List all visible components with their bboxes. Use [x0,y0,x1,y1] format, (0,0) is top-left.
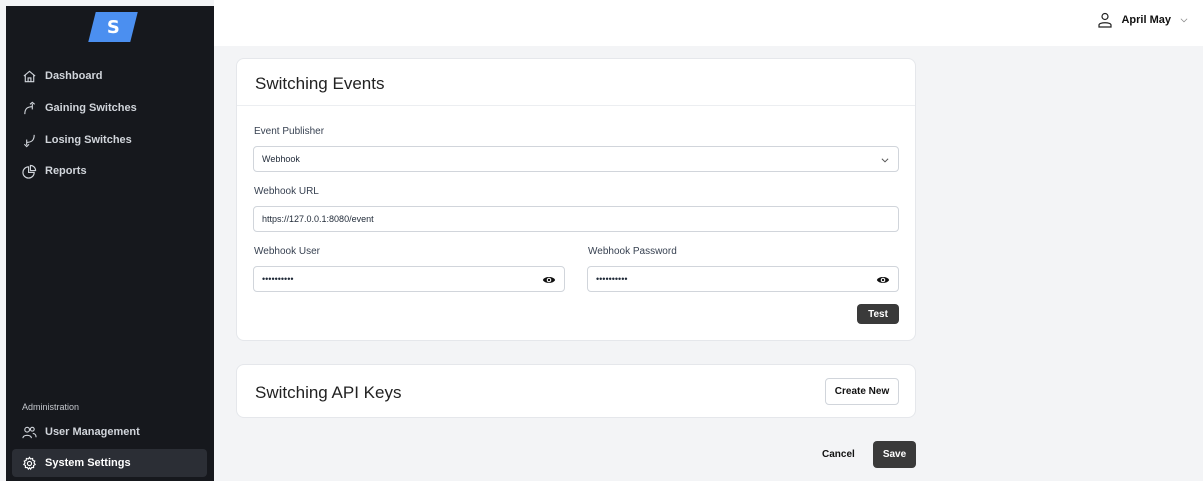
sidebar-item-system-settings[interactable]: System Settings [22,454,131,472]
save-button[interactable]: Save [873,441,916,468]
sidebar-item-label: Dashboard [45,70,103,82]
webhook-url-label: Webhook URL [254,186,319,197]
sidebar: S Dashboard Gaining Switches Losing Swit… [6,6,214,481]
user-menu[interactable]: April May [1097,12,1189,28]
sidebar-item-reports[interactable]: Reports [22,162,87,180]
sidebar-item-user-management[interactable]: User Management [22,423,140,441]
eye-icon[interactable] [876,273,890,287]
event-publisher-value: Webhook [262,154,300,164]
sidebar-item-dashboard[interactable]: Dashboard [22,67,102,85]
event-publisher-select[interactable]: Webhook [253,146,899,172]
webhook-url-input[interactable]: https://127.0.0.1:8080/event [253,206,899,232]
home-icon [23,70,36,82]
users-icon [22,426,37,438]
logo-letter: S [106,16,120,38]
gear-icon [22,455,37,470]
arrow-up-curve-icon [24,101,36,114]
sidebar-item-label: Reports [45,165,87,177]
switching-events-card: Switching Events Event Publisher Webhook… [236,58,916,341]
webhook-user-input[interactable]: •••••••••• [253,266,565,292]
event-publisher-label: Event Publisher [254,126,325,137]
test-button[interactable]: Test [857,304,899,324]
webhook-password-value: •••••••••• [596,274,628,284]
create-new-button[interactable]: Create New [825,378,899,405]
sidebar-item-gaining-switches[interactable]: Gaining Switches [22,99,137,117]
eye-icon[interactable] [542,273,556,287]
webhook-user-value: •••••••••• [262,274,294,284]
user-name: April May [1121,14,1171,26]
webhook-password-input[interactable]: •••••••••• [587,266,899,292]
sidebar-item-label: User Management [45,426,140,438]
sidebar-item-losing-switches[interactable]: Losing Switches [22,131,132,149]
sidebar-item-label: Gaining Switches [45,102,137,114]
card-title: Switching Events [255,74,385,93]
card-title: Switching API Keys [255,383,402,402]
top-bar: April May [214,0,1203,46]
sidebar-item-label: Losing Switches [45,134,132,146]
switching-api-keys-card: Switching API Keys Create New [236,364,916,418]
chevron-down-icon [881,158,889,163]
webhook-password-label: Webhook Password [588,246,677,257]
admin-section-label: Administration [22,402,80,412]
webhook-url-value: https://127.0.0.1:8080/event [262,214,374,224]
divider [237,105,915,106]
cancel-button[interactable]: Cancel [822,449,855,460]
pie-chart-icon [22,164,37,179]
chevron-down-icon [1180,18,1188,23]
arrow-down-curve-icon [23,134,35,147]
sidebar-item-label: System Settings [45,457,131,469]
webhook-user-label: Webhook User [254,246,320,257]
user-icon [1098,12,1113,28]
app-logo[interactable]: S [88,12,138,42]
